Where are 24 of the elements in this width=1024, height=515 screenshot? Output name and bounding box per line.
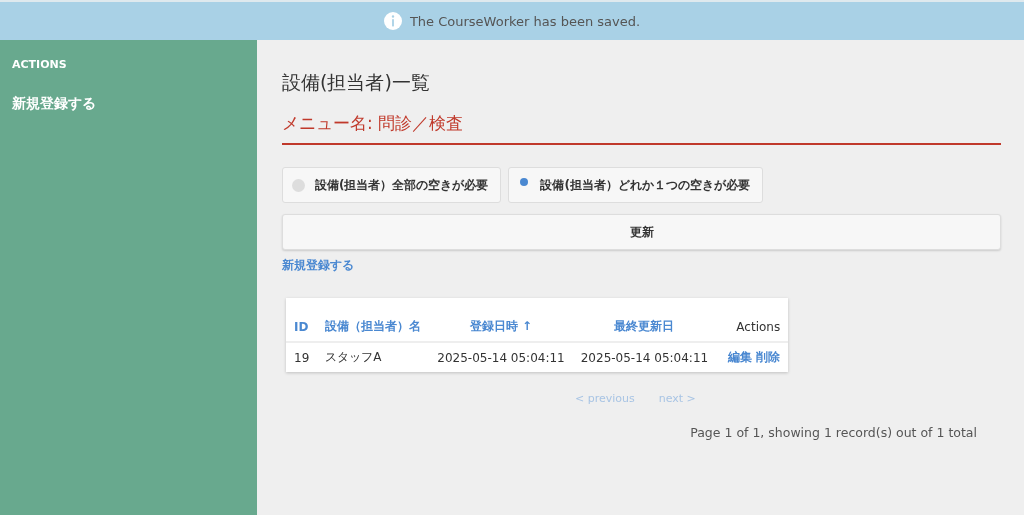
table-cell: 19: [286, 342, 318, 372]
radio-icon[interactable]: [292, 178, 305, 192]
table-cell: 2025-05-14 05:04:11: [429, 342, 573, 372]
update-button[interactable]: 更新: [282, 214, 1001, 250]
page-summary: Page 1 of 1, showing 1 record(s) out of 1 total: [690, 425, 977, 440]
menu-name-heading: メニュー名: 問診／検査: [282, 112, 1001, 145]
sort-header-link[interactable]: 最終更新日: [572, 312, 717, 342]
info-icon: [383, 12, 402, 30]
action-link[interactable]: 削除: [756, 350, 781, 364]
table-cell: 2025-05-14 05:04:11: [572, 342, 717, 372]
page-title: 設備(担当者)一覧: [282, 70, 431, 95]
flash-message: The CourseWorker has been saved.: [409, 13, 641, 29]
sidebar-heading: ACTIONS: [12, 58, 68, 71]
sort-header-link[interactable]: 登録日時 ↑: [429, 312, 573, 342]
sort-header-link[interactable]: 設備（担当者）名: [317, 312, 430, 342]
column-header: Actions: [716, 312, 789, 342]
sidebar-link[interactable]: 新規登録する: [12, 95, 96, 113]
sort-header-link[interactable]: ID: [286, 312, 318, 342]
radio-icon[interactable]: [520, 178, 529, 186]
radio-option[interactable]: 設備(担当者）全部の空きが必要: [282, 167, 502, 203]
action-link[interactable]: 編集: [728, 350, 753, 364]
table-cell: スタッフA: [317, 342, 430, 372]
radio-option[interactable]: 設備(担当者）どれか１つの空きが必要: [508, 167, 763, 203]
new-link[interactable]: 新規登録する: [282, 257, 354, 274]
